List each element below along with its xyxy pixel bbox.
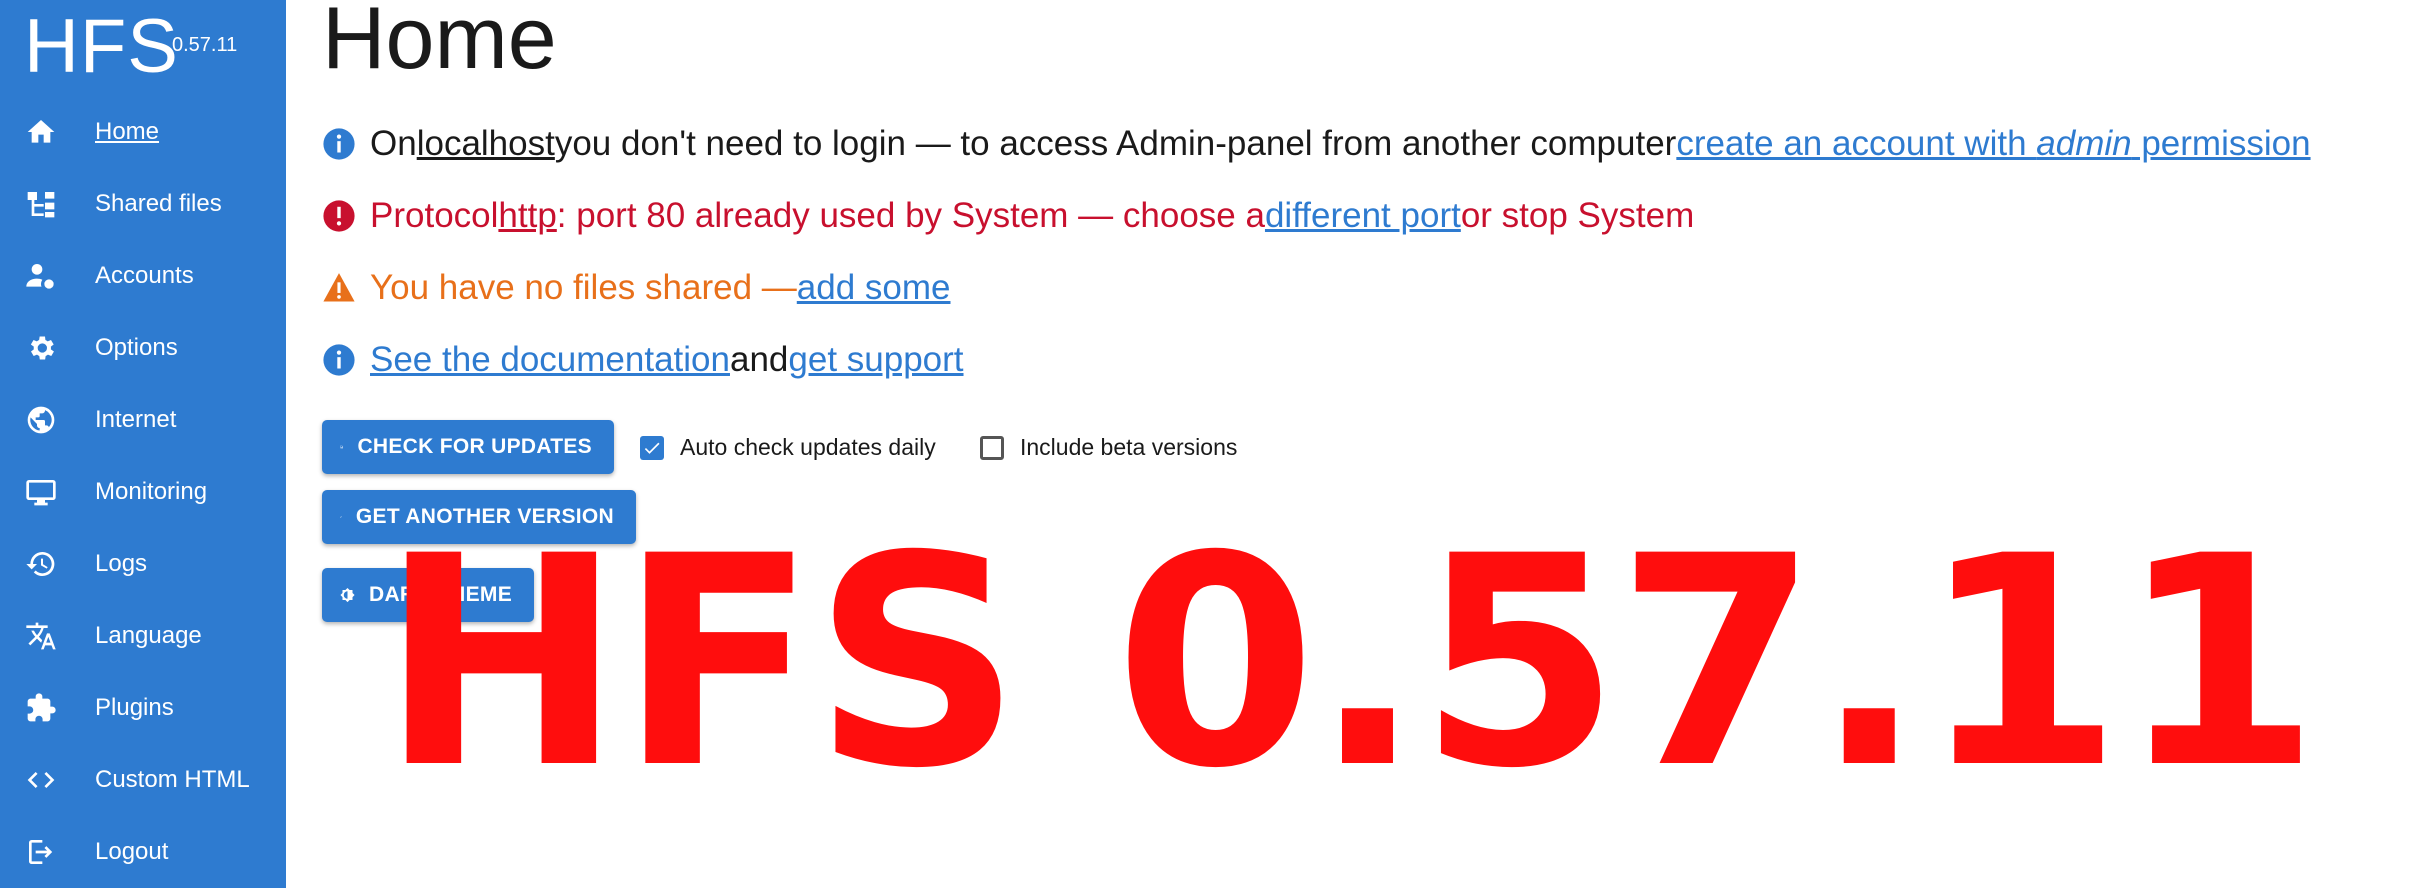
sidebar-item-custom-html[interactable]: Custom HTML: [0, 744, 286, 816]
button-label: CHECK FOR UPDATES: [357, 435, 592, 458]
sidebar-item-shared-files[interactable]: Shared files: [0, 168, 286, 240]
info-icon: [323, 128, 355, 160]
checkbox-label: Include beta versions: [1020, 434, 1238, 460]
message-text: : port 80 already used by System — choos…: [556, 196, 1265, 235]
protocol-text: http: [498, 196, 557, 235]
eyedropper-icon: [340, 516, 342, 518]
sidebar-item-label: Plugins: [95, 694, 174, 721]
version-banner: HFS 0.57.11: [380, 495, 2320, 832]
message-text: On: [370, 124, 417, 163]
message-text: you don't need to login — to access Admi…: [554, 124, 1677, 163]
sidebar-item-language[interactable]: Language: [0, 600, 286, 672]
sidebar-item-home[interactable]: Home: [0, 96, 286, 168]
puzzle-icon: [24, 691, 58, 725]
link-text: permission: [2131, 124, 2311, 163]
port-error-message: Protocol http : port 80 already used by …: [322, 196, 1694, 236]
sidebar-item-label: Options: [95, 334, 178, 361]
tree-icon: [24, 187, 58, 221]
localhost-message: On localhost you don't need to login — t…: [322, 124, 2311, 164]
beta-versions-checkbox[interactable]: Include beta versions: [980, 434, 1237, 461]
sidebar-item-logs[interactable]: Logs: [0, 528, 286, 600]
sidebar-item-options[interactable]: Options: [0, 312, 286, 384]
brand-version: 0.57.11: [172, 34, 238, 56]
link-emphasis: admin: [2036, 124, 2132, 163]
sidebar-item-internet[interactable]: Internet: [0, 384, 286, 456]
brand-name: HFS: [24, 4, 179, 89]
user-gear-icon: [24, 259, 58, 293]
sidebar-item-label: Logs: [95, 550, 148, 577]
create-account-link[interactable]: create an account with admin permission: [1676, 124, 2310, 164]
checkbox-unchecked-icon: [980, 435, 1004, 460]
warning-icon: [323, 273, 355, 302]
sidebar-item-plugins[interactable]: Plugins: [0, 672, 286, 744]
page-title: Home: [322, 0, 557, 87]
sidebar-item-label: Logout: [95, 838, 169, 865]
sidebar-item-label: Internet: [95, 406, 177, 433]
localhost-text: localhost: [416, 124, 555, 163]
message-text: You have no files shared —: [370, 268, 797, 307]
add-some-link[interactable]: add some: [797, 268, 951, 308]
home-icon: [24, 115, 58, 149]
monitor-icon: [24, 475, 58, 509]
no-files-warning: You have no files shared — add some: [322, 268, 951, 308]
logout-icon: [24, 835, 58, 869]
checkbox-checked-icon: [640, 435, 664, 460]
documentation-link[interactable]: See the documentation: [370, 340, 730, 380]
different-port-link[interactable]: different port: [1265, 196, 1461, 236]
brand: HFS 0.57.11: [24, 4, 237, 90]
code-icon: [24, 763, 58, 797]
message-text: and: [729, 340, 789, 379]
info-icon: [323, 344, 355, 376]
gear-icon: [24, 331, 58, 365]
sidebar: HFS 0.57.11 Home Shared files Accounts O…: [0, 0, 286, 888]
theme-brightness-icon: [340, 587, 355, 603]
translate-icon: [24, 619, 58, 653]
sidebar-item-label: Monitoring: [95, 478, 208, 505]
history-icon: [24, 547, 58, 581]
sidebar-nav: Home Shared files Accounts Options Inter…: [0, 96, 286, 888]
sidebar-item-label: Shared files: [95, 190, 222, 217]
sidebar-item-label: Accounts: [95, 262, 194, 289]
auto-check-checkbox[interactable]: Auto check updates daily: [640, 434, 936, 461]
check-for-updates-button[interactable]: CHECK FOR UPDATES: [322, 420, 614, 474]
checkbox-label: Auto check updates daily: [680, 434, 936, 460]
message-text: Protocol: [370, 196, 499, 235]
sidebar-item-label: Custom HTML: [95, 766, 250, 793]
message-text: or stop System: [1460, 196, 1695, 235]
link-text: create an account with: [1676, 124, 2037, 163]
error-icon: [323, 200, 355, 232]
sidebar-item-accounts[interactable]: Accounts: [0, 240, 286, 312]
sidebar-item-label: Home: [95, 118, 160, 145]
get-support-link[interactable]: get support: [788, 340, 963, 380]
sidebar-item-monitoring[interactable]: Monitoring: [0, 456, 286, 528]
docs-message: See the documentation and get support: [322, 340, 964, 380]
sidebar-item-label: Language: [95, 622, 202, 649]
globe-icon: [24, 403, 58, 437]
sidebar-item-logout[interactable]: Logout: [0, 816, 286, 888]
download-update-icon: [340, 445, 344, 449]
